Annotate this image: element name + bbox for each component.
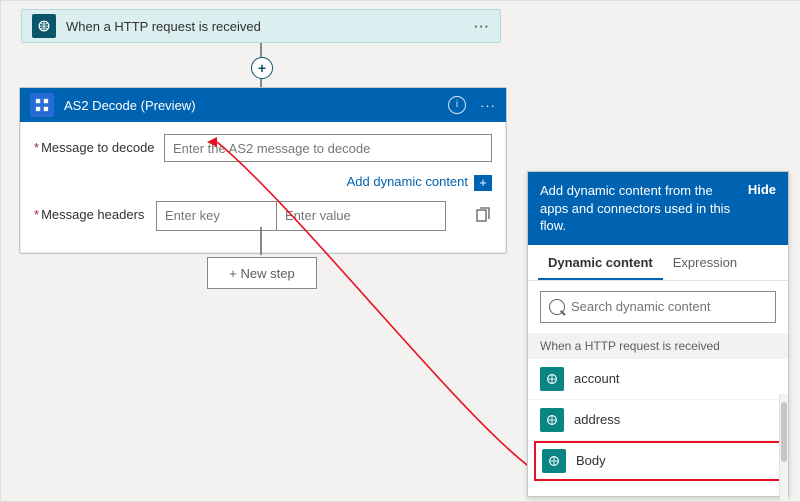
message-to-decode-label: *Message to decode (34, 134, 164, 155)
http-token-icon (540, 367, 564, 391)
header-key-input[interactable] (156, 201, 276, 231)
headers-mode-icon[interactable] (476, 207, 492, 231)
trigger-card[interactable]: When a HTTP request is received ··· (21, 9, 501, 43)
dynamic-content-panel: Add dynamic content from the apps and co… (527, 171, 789, 497)
http-token-icon (540, 408, 564, 432)
as2-title: AS2 Decode (Preview) (64, 98, 448, 113)
add-dynamic-content-chip-icon: + (474, 175, 492, 191)
as2-header[interactable]: AS2 Decode (Preview) i ··· (20, 88, 506, 122)
dynamic-item-account[interactable]: account (528, 359, 788, 400)
search-icon (549, 299, 565, 315)
as2-icon (30, 93, 54, 117)
connector-line (260, 227, 262, 255)
add-dynamic-content-link[interactable]: Add dynamic content+ (34, 168, 492, 201)
hide-panel-link[interactable]: Hide (748, 182, 776, 235)
dynamic-item-address[interactable]: address (528, 400, 788, 441)
step-menu-icon[interactable]: ··· (480, 98, 496, 113)
trigger-title: When a HTTP request is received (66, 19, 474, 34)
tab-dynamic-content[interactable]: Dynamic content (538, 245, 663, 280)
search-input[interactable] (565, 298, 767, 315)
insert-step-button[interactable]: + (251, 57, 273, 79)
message-headers-label: *Message headers (34, 201, 156, 222)
connector-line (260, 43, 262, 57)
dynamic-group-header: When a HTTP request is received (528, 333, 788, 359)
dynamic-panel-intro: Add dynamic content from the apps and co… (540, 182, 740, 235)
http-token-icon (542, 449, 566, 473)
dynamic-item-body[interactable]: Body (534, 441, 782, 481)
new-step-button[interactable]: + New step (207, 257, 317, 289)
annotation-arrow-head (207, 137, 217, 147)
header-value-input[interactable] (276, 201, 446, 231)
as2-decode-card: AS2 Decode (Preview) i ··· *Message to d… (19, 87, 507, 254)
http-trigger-icon (32, 14, 56, 38)
info-icon[interactable]: i (448, 96, 466, 114)
search-dynamic-content[interactable] (540, 291, 776, 323)
tab-expression[interactable]: Expression (663, 245, 747, 280)
trigger-menu-icon[interactable]: ··· (474, 19, 490, 34)
scrollbar-thumb[interactable] (781, 402, 787, 462)
